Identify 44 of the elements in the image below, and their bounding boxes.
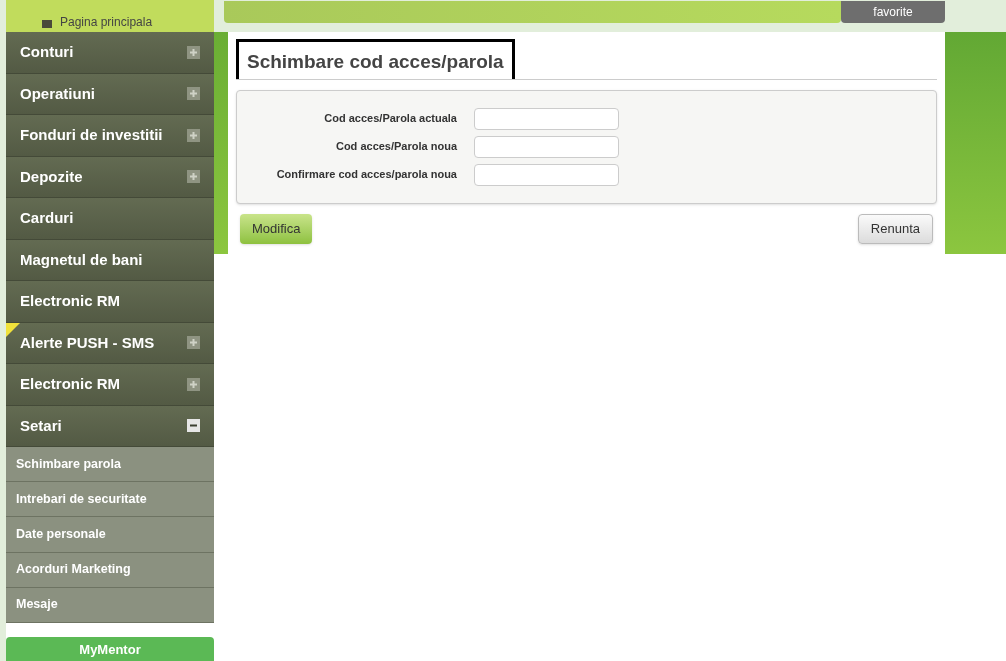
sidebar-item[interactable]: Alerte PUSH - SMS — [6, 322, 214, 364]
page-title: Schimbare cod acces/parola — [236, 39, 515, 79]
menu-label: Setari — [20, 415, 62, 436]
menu-label: Electronic RM — [20, 291, 121, 311]
input-field[interactable] — [474, 163, 619, 186]
menu-label: Fonduri de investitii — [20, 125, 163, 145]
sidebar-item[interactable]: Fonduri de investitii — [6, 115, 214, 157]
submenu-item[interactable]: Schimbare parola — [6, 447, 214, 483]
menu-label: Electronic RM — [20, 374, 121, 394]
input-field[interactable] — [474, 107, 619, 130]
plus-icon[interactable] — [187, 87, 200, 101]
menu-label: Alerte PUSH - SMS — [20, 332, 155, 353]
plus-icon[interactable] — [187, 128, 200, 142]
submenu-item[interactable]: Acorduri Marketing — [6, 552, 214, 588]
home-icon — [42, 18, 52, 28]
plus-icon[interactable] — [187, 170, 200, 184]
field-label: Cod acces/Parola noua — [334, 139, 457, 155]
menu-label: Conturi — [20, 42, 74, 62]
sidebar-item[interactable]: Carduri — [6, 198, 214, 240]
field-label: Cod acces/Parola actuala — [323, 111, 457, 127]
sidebar-item[interactable]: Electronic RM — [6, 364, 214, 406]
input-field[interactable] — [474, 135, 619, 158]
menu-label: Carduri — [20, 208, 74, 228]
submenu-item[interactable]: Intrebari de securitate — [6, 482, 214, 518]
sidebar-item[interactable]: Setari — [6, 405, 214, 447]
minus-icon[interactable] — [187, 419, 200, 433]
plus-icon[interactable] — [187, 377, 200, 391]
sidebar-item[interactable]: Conturi — [6, 32, 214, 74]
submenu-item[interactable]: Date personale — [6, 517, 214, 553]
favorites-button[interactable]: favorite — [841, 1, 945, 23]
menu-label: Operatiuni — [20, 83, 95, 104]
sidebar-item[interactable]: Operatiuni — [6, 73, 214, 115]
plus-icon[interactable] — [187, 45, 200, 59]
sidebar-item[interactable]: Electronic RM — [6, 281, 214, 323]
menu-label: Magnetul de bani — [20, 249, 143, 270]
submit-button[interactable]: Modifica — [240, 213, 313, 244]
submenu-item[interactable]: Mesaje — [6, 587, 214, 623]
sidebar-item[interactable]: Magnetul de bani — [6, 239, 214, 281]
plus-icon[interactable] — [187, 336, 200, 350]
field-label: Confirmare cod acces/parola noua — [275, 167, 457, 183]
menu-label: Depozite — [20, 166, 83, 187]
sidebar-item[interactable]: Depozite — [6, 156, 214, 198]
cancel-button[interactable]: Renunta — [857, 213, 933, 244]
home-link[interactable]: Pagina principala — [60, 16, 153, 28]
